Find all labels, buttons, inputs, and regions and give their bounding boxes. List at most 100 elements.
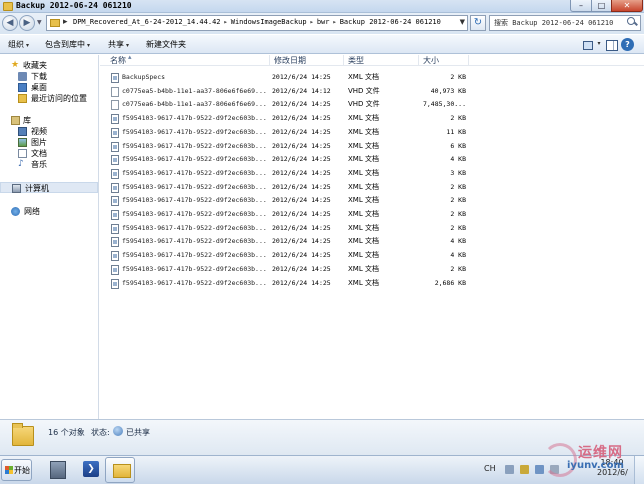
close-button[interactable]: ✕ bbox=[611, 0, 643, 12]
new-folder-button[interactable]: 新建文件夹 bbox=[146, 39, 186, 50]
address-dropdown-arrow[interactable]: ▼ bbox=[460, 18, 465, 26]
address-field[interactable]: ▸ DPM_Recovered_At_6-24-2012_14.44.42 ▸ Wi… bbox=[46, 15, 468, 31]
file-date: 2012/6/24 14:25 bbox=[272, 100, 331, 109]
file-size: 2 KB bbox=[450, 196, 466, 205]
file-size: 2 KB bbox=[450, 73, 466, 81]
object-count: 16 个对象 bbox=[48, 428, 85, 437]
file-row[interactable]: f5954103-9617-417b-9522-d9f2ec603b... 201… bbox=[100, 222, 644, 235]
chevron-down-icon: ▾ bbox=[126, 42, 130, 49]
file-type: XML 文档 bbox=[348, 278, 379, 287]
breadcrumb-item[interactable]: bwr bbox=[317, 18, 330, 26]
nav-videos[interactable]: 视频 bbox=[0, 126, 98, 137]
clock[interactable]: 18:40 2012/6/ bbox=[597, 458, 628, 478]
column-name[interactable]: 名称 bbox=[106, 52, 270, 66]
file-type: XML 文档 bbox=[348, 155, 379, 164]
column-size[interactable]: 大小 bbox=[419, 55, 469, 66]
file-size: 40,973 KB bbox=[430, 86, 466, 95]
show-desktop-button[interactable] bbox=[634, 456, 644, 484]
xml-file-icon bbox=[111, 168, 119, 179]
nav-music[interactable]: ♪ 音乐 bbox=[0, 159, 98, 170]
xml-file-icon bbox=[111, 264, 119, 275]
back-button[interactable]: ◀ bbox=[2, 15, 18, 31]
file-row[interactable]: f5954103-9617-417b-9522-d9f2ec603b... 201… bbox=[100, 277, 644, 290]
include-in-library-button[interactable]: 包含到库中 ▾ bbox=[45, 39, 90, 50]
file-type: VHD 文件 bbox=[348, 86, 380, 95]
xml-file-icon bbox=[111, 278, 119, 289]
minimize-button[interactable]: – bbox=[570, 0, 592, 12]
nav-favorites[interactable]: ★ 收藏夹 bbox=[0, 60, 98, 71]
file-row[interactable]: f5954103-9617-417b-9522-d9f2ec603b... 201… bbox=[100, 208, 644, 221]
file-date: 2012/6/24 14:25 bbox=[272, 168, 331, 177]
file-name: c0775ea5-b4bb-11e1-aa37-806e6f6e69... bbox=[122, 86, 267, 95]
file-type: XML 文档 bbox=[348, 251, 379, 260]
vhd-file-icon bbox=[111, 100, 119, 111]
file-row[interactable]: f5954103-9617-417b-9522-d9f2ec603b... 201… bbox=[100, 140, 644, 153]
start-button[interactable]: 开始 bbox=[1, 459, 32, 481]
language-indicator[interactable]: CH bbox=[484, 464, 496, 473]
file-row[interactable]: f5954103-9617-417b-9522-d9f2ec603b... 201… bbox=[100, 235, 644, 248]
breadcrumb-item[interactable]: Backup 2012-06-24 061210 bbox=[340, 18, 441, 26]
nav-documents[interactable]: 文档 bbox=[0, 148, 98, 159]
command-bar: 组织 ▾ 包含到库中 ▾ 共享 ▾ 新建文件夹 ▾ ? bbox=[0, 34, 644, 54]
server-manager-taskbar-button[interactable] bbox=[44, 457, 72, 483]
refresh-button[interactable]: ↻ bbox=[470, 15, 486, 31]
file-row[interactable]: f5954103-9617-417b-9522-d9f2ec603b... 201… bbox=[100, 167, 644, 180]
recent-pages-dropdown[interactable]: ▼ bbox=[37, 19, 42, 26]
xml-file-icon bbox=[111, 223, 119, 234]
file-list: 名称 修改日期 类型 大小 BackupSpecs 2012/6/24 14:25… bbox=[100, 52, 644, 419]
vhd-file-icon bbox=[111, 86, 119, 97]
chevron-down-icon: ▾ bbox=[87, 42, 91, 49]
file-row[interactable]: f5954103-9617-417b-9522-d9f2ec603b... 201… bbox=[100, 112, 644, 125]
forward-button[interactable]: ▶ bbox=[19, 15, 35, 31]
file-size: 2 KB bbox=[450, 114, 466, 123]
file-name: f5954103-9617-417b-9522-d9f2ec603b... bbox=[122, 264, 267, 273]
column-type[interactable]: 类型 bbox=[344, 55, 419, 66]
file-date: 2012/6/24 14:25 bbox=[272, 223, 331, 232]
file-size: 4 KB bbox=[450, 155, 466, 164]
nav-libraries[interactable]: 库 bbox=[0, 115, 98, 126]
nav-downloads[interactable]: 下载 bbox=[0, 71, 98, 82]
file-row[interactable]: f5954103-9617-417b-9522-d9f2ec603b... 201… bbox=[100, 181, 644, 194]
nav-desktop[interactable]: 桌面 bbox=[0, 82, 98, 93]
file-row[interactable]: c0775ea6-b4bb-11e1-aa37-806e6f6e69... 201… bbox=[100, 98, 644, 111]
flag-icon[interactable] bbox=[520, 465, 529, 474]
file-row[interactable]: BackupSpecs 2012/6/24 14:25 XML 文档 2 KB bbox=[100, 71, 644, 84]
file-row[interactable]: f5954103-9617-417b-9522-d9f2ec603b... 201… bbox=[100, 249, 644, 262]
file-row[interactable]: f5954103-9617-417b-9522-d9f2ec603b... 201… bbox=[100, 153, 644, 166]
file-row[interactable]: f5954103-9617-417b-9522-d9f2ec603b... 201… bbox=[100, 263, 644, 276]
file-size: 3 KB bbox=[450, 168, 466, 177]
organize-button[interactable]: 组织 ▾ bbox=[8, 39, 29, 50]
keyboard-icon[interactable] bbox=[505, 465, 514, 474]
breadcrumb-item[interactable]: WindowsImageBackup bbox=[231, 18, 307, 26]
volume-icon[interactable] bbox=[550, 465, 559, 474]
file-row[interactable]: c0775ea5-b4bb-11e1-aa37-806e6f6e69... 201… bbox=[100, 85, 644, 98]
powershell-taskbar-button[interactable] bbox=[77, 457, 105, 483]
help-icon[interactable]: ? bbox=[621, 38, 634, 51]
computer-icon bbox=[12, 184, 21, 193]
xml-file-icon bbox=[111, 237, 119, 248]
breadcrumb-item[interactable]: DPM_Recovered_At_6-24-2012_14.44.42 bbox=[73, 18, 221, 26]
maximize-button[interactable]: □ bbox=[591, 0, 612, 12]
search-input[interactable]: 搜索 Backup 2012-06-24 061210 bbox=[489, 15, 641, 31]
search-icon[interactable] bbox=[627, 17, 637, 27]
preview-pane-icon[interactable] bbox=[604, 38, 618, 51]
file-date: 2012/6/24 14:25 bbox=[272, 264, 331, 273]
chevron-down-icon: ▾ bbox=[26, 42, 30, 49]
breadcrumb: DPM_Recovered_At_6-24-2012_14.44.42 ▸ Wind… bbox=[73, 18, 441, 26]
file-row[interactable]: f5954103-9617-417b-9522-d9f2ec603b... 201… bbox=[100, 126, 644, 139]
folder-icon bbox=[12, 423, 34, 446]
explorer-taskbar-button[interactable] bbox=[105, 457, 135, 483]
file-type: XML 文档 bbox=[348, 223, 379, 232]
file-date: 2012/6/24 14:25 bbox=[272, 155, 331, 164]
nav-network[interactable]: 网络 bbox=[0, 206, 98, 217]
column-date-modified[interactable]: 修改日期 bbox=[270, 55, 344, 66]
breadcrumb-separator[interactable]: ▸ bbox=[63, 17, 68, 27]
network-tray-icon[interactable] bbox=[535, 465, 544, 474]
nav-computer[interactable]: 计算机 bbox=[0, 182, 98, 193]
share-button[interactable]: 共享 ▾ bbox=[108, 39, 129, 50]
nav-pictures[interactable]: 图片 bbox=[0, 137, 98, 148]
star-icon: ★ bbox=[11, 60, 20, 70]
file-row[interactable]: f5954103-9617-417b-9522-d9f2ec603b... 201… bbox=[100, 194, 644, 207]
network-icon bbox=[11, 207, 20, 216]
nav-recent-places[interactable]: 最近访问的位置 bbox=[0, 93, 98, 104]
